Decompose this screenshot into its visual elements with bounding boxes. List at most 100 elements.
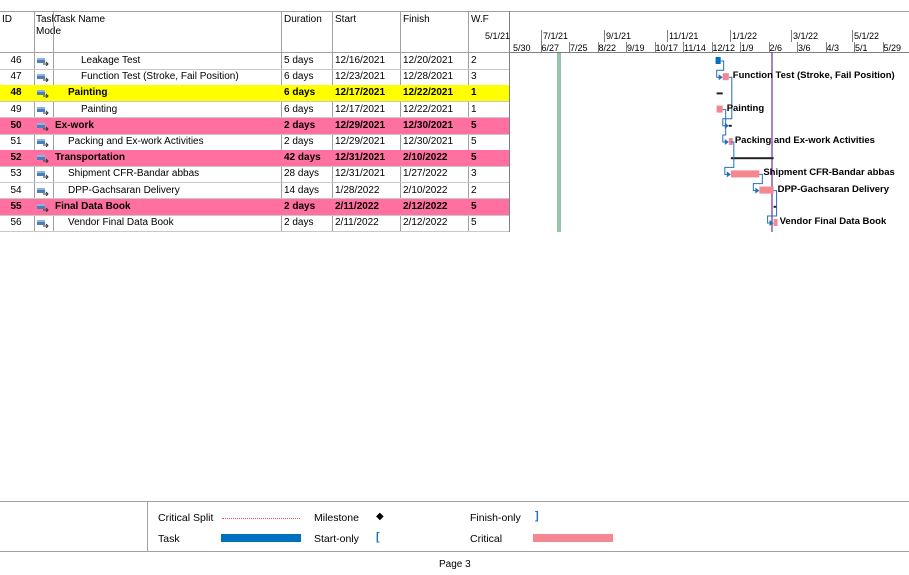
gantt-task-bar	[730, 170, 760, 178]
table-top-border	[0, 11, 909, 12]
task-name-cell: Function Test (Stroke, Fail Position)	[81, 71, 239, 83]
legend-task-label: Task	[158, 533, 180, 545]
auto-scheduled-task-icon	[37, 187, 49, 196]
table-row[interactable]: 48 Painting 6 days 12/17/2021 12/22/2021 1	[0, 85, 509, 102]
auto-scheduled-task-icon	[37, 57, 49, 67]
table-row[interactable]: 50 Ex-work 2 days 12/29/2021 12/30/2021 5	[0, 117, 509, 134]
task-id-cell: 50	[10, 119, 22, 131]
legend-start-only-label: Start-only	[314, 533, 359, 545]
legend-critical-label: Critical	[470, 533, 503, 545]
task-duration-cell: 2 days	[284, 119, 316, 131]
column-header-task-name[interactable]: Task Name	[55, 14, 105, 26]
task-finish-cell: 2/10/2022	[403, 152, 448, 164]
task-name-cell: Ex-work	[55, 119, 94, 131]
legend-critical-split-swatch	[222, 518, 300, 519]
gantt-label-dpp: DPP-Gachsaran Delivery	[777, 183, 889, 195]
dependency-link	[722, 76, 733, 127]
task-id-cell: 55	[10, 200, 22, 212]
milestone-diamond-icon: ◆	[376, 511, 384, 522]
task-duration-cell: 2 days	[284, 200, 316, 212]
legend-milestone-label: Milestone	[314, 512, 359, 524]
legend-divider	[147, 501, 148, 551]
task-start-cell: 1/28/2022	[335, 184, 380, 196]
task-id-cell: 52	[10, 152, 22, 164]
auto-scheduled-task-icon	[37, 170, 49, 180]
auto-scheduled-task-icon	[37, 138, 49, 148]
row-divider	[0, 230, 509, 232]
gantt-task-bar	[759, 186, 774, 194]
table-row[interactable]: 53 Shipment CFR-Bandar abbas 28 days 12/31/…	[0, 166, 509, 182]
task-finish-cell: 1/27/2022	[403, 168, 448, 180]
gantt-label-vendor: Vendor Final Data Book	[779, 216, 887, 227]
timescale-major-label: 5/1/22	[854, 31, 880, 41]
timescale-major-label: 11/1/21	[669, 31, 699, 41]
column-header-finish[interactable]: Finish	[403, 14, 430, 26]
column-header-wf[interactable]: W.F	[471, 14, 489, 26]
gantt-task-bar	[716, 105, 723, 113]
task-finish-cell: 12/30/2021	[403, 136, 454, 147]
task-start-cell: 2/11/2022	[335, 200, 379, 212]
gantt-task-bar	[773, 219, 778, 226]
gantt-summary-bar	[730, 157, 774, 160]
task-name-cell: Shipment CFR-Bandar abbas	[68, 168, 200, 180]
legend-critical-split-label: Critical Split	[158, 512, 214, 524]
legend-finish-only-label: Finish-only	[470, 512, 521, 524]
table-row[interactable]: 47 Function Test (Stroke, Fail Position) 6…	[0, 69, 509, 85]
task-wf-cell: 5	[471, 136, 477, 147]
timescale-major-tick	[730, 30, 731, 42]
task-duration-cell: 5 days	[284, 55, 314, 66]
auto-scheduled-task-icon	[37, 154, 49, 164]
table-row[interactable]: 51 Packing and Ex-work Activities 2 days 12…	[0, 134, 509, 150]
task-start-cell: 12/29/2021	[335, 119, 386, 131]
timescale-major-label: 3/1/22	[793, 31, 819, 41]
task-wf-cell: 3	[471, 168, 477, 180]
timescale-major-tick	[541, 30, 542, 42]
task-start-cell: 12/16/2021	[335, 55, 386, 66]
auto-scheduled-task-icon	[37, 73, 49, 83]
table-row[interactable]: 54 DPP-Gachsaran Delivery 14 days 1/28/2022…	[0, 183, 509, 199]
task-finish-cell: 12/22/2021	[403, 87, 454, 99]
task-finish-cell: 12/28/2021	[403, 71, 454, 83]
dependency-arrow-icon	[718, 74, 723, 81]
task-id-cell: 54	[10, 184, 22, 196]
task-finish-cell: 12/20/2021	[403, 55, 454, 66]
task-wf-cell: 2	[471, 184, 477, 196]
dependency-arrow-icon	[755, 187, 760, 194]
auto-scheduled-task-icon	[37, 203, 49, 213]
column-header-id[interactable]: ID	[2, 14, 12, 26]
task-name-cell: Final Data Book	[55, 200, 131, 212]
gantt-summary-bar	[728, 124, 732, 127]
task-start-cell: 2/11/2022	[335, 217, 379, 228]
timescale-major-label: 7/1/21	[543, 31, 569, 41]
gantt-label-painting: Painting	[726, 102, 765, 114]
column-header-duration[interactable]: Duration	[284, 14, 322, 26]
task-start-cell: 12/17/2021	[335, 103, 386, 115]
gantt-label-packing: Packing and Ex-work Activities	[734, 135, 875, 146]
dependency-arrow-icon	[726, 171, 731, 178]
task-id-cell: 53	[10, 168, 22, 180]
task-start-cell: 12/31/2021	[335, 152, 386, 164]
timescale-major-tick	[852, 30, 853, 42]
finish-only-bracket-icon: ]	[535, 510, 539, 522]
task-duration-cell: 6 days	[284, 87, 316, 99]
task-wf-cell: 5	[471, 200, 477, 212]
table-row[interactable]: 46 Leakage Test 5 days 12/16/2021 12/20/2021…	[0, 53, 509, 69]
task-start-cell: 12/17/2021	[335, 87, 386, 99]
page-number: Page 3	[439, 559, 471, 570]
task-wf-cell: 2	[471, 55, 477, 66]
table-row[interactable]: 49 Painting 6 days 12/17/2021 12/22/2021 1	[0, 102, 509, 118]
dependency-arrow-icon	[724, 139, 729, 145]
auto-scheduled-task-icon	[37, 89, 49, 99]
task-finish-cell: 2/12/2022	[403, 217, 448, 228]
table-row[interactable]: 55 Final Data Book 2 days 2/11/2022 2/12/202…	[0, 198, 509, 215]
task-duration-cell: 42 days	[284, 152, 321, 164]
task-wf-cell: 5	[471, 119, 477, 131]
task-id-cell: 49	[10, 103, 22, 115]
table-row[interactable]: 52 Transportation 42 days 12/31/2021 2/10/20…	[0, 150, 509, 167]
column-header-start[interactable]: Start	[335, 14, 356, 26]
task-duration-cell: 6 days	[284, 103, 314, 115]
table-row[interactable]: 56 Vendor Final Data Book 2 days 2/11/2022 2…	[0, 215, 509, 231]
task-finish-cell: 12/30/2021	[403, 119, 454, 131]
gantt-task-bar	[715, 57, 721, 64]
task-duration-cell: 28 days	[284, 168, 320, 180]
